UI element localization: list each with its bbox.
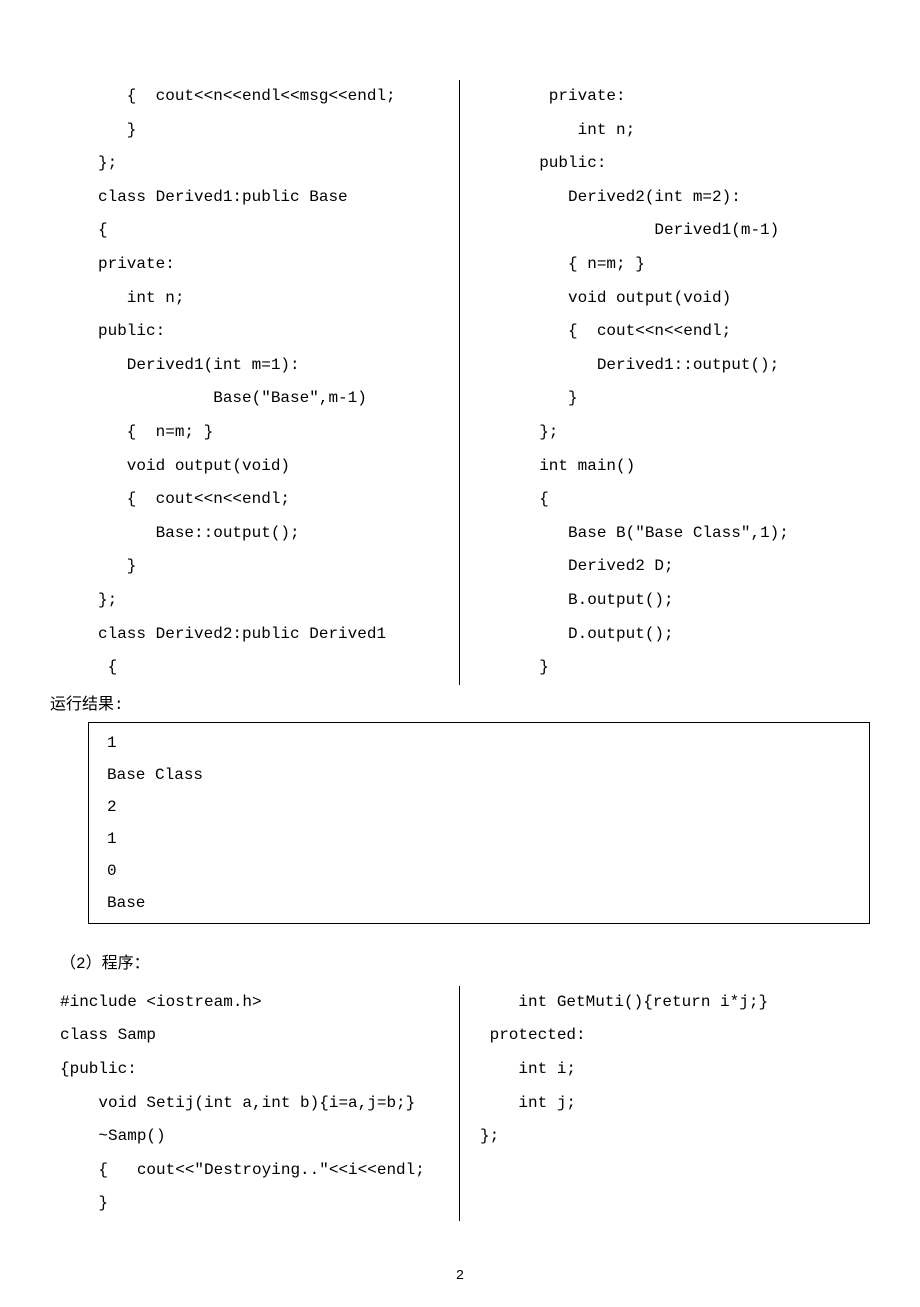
- code-block-2: #include <iostream.h> class Samp {public…: [50, 986, 870, 1221]
- code2-right-column: int GetMuti(){return i*j;} protected: in…: [460, 986, 870, 1221]
- program2-heading: （2）程序：: [60, 948, 870, 982]
- code-left-column: { cout<<n<<endl<<msg<<endl; } }; class D…: [50, 80, 460, 685]
- result-heading: 运行结果:: [50, 689, 870, 723]
- code-right-column: private: int n; public: Derived2(int m=2…: [460, 80, 870, 685]
- page-number: 2: [0, 1262, 920, 1291]
- code-block-1: { cout<<n<<endl<<msg<<endl; } }; class D…: [50, 80, 870, 685]
- result-output-box: 1 Base Class 2 1 0 Base: [88, 722, 870, 924]
- code2-left-column: #include <iostream.h> class Samp {public…: [50, 986, 460, 1221]
